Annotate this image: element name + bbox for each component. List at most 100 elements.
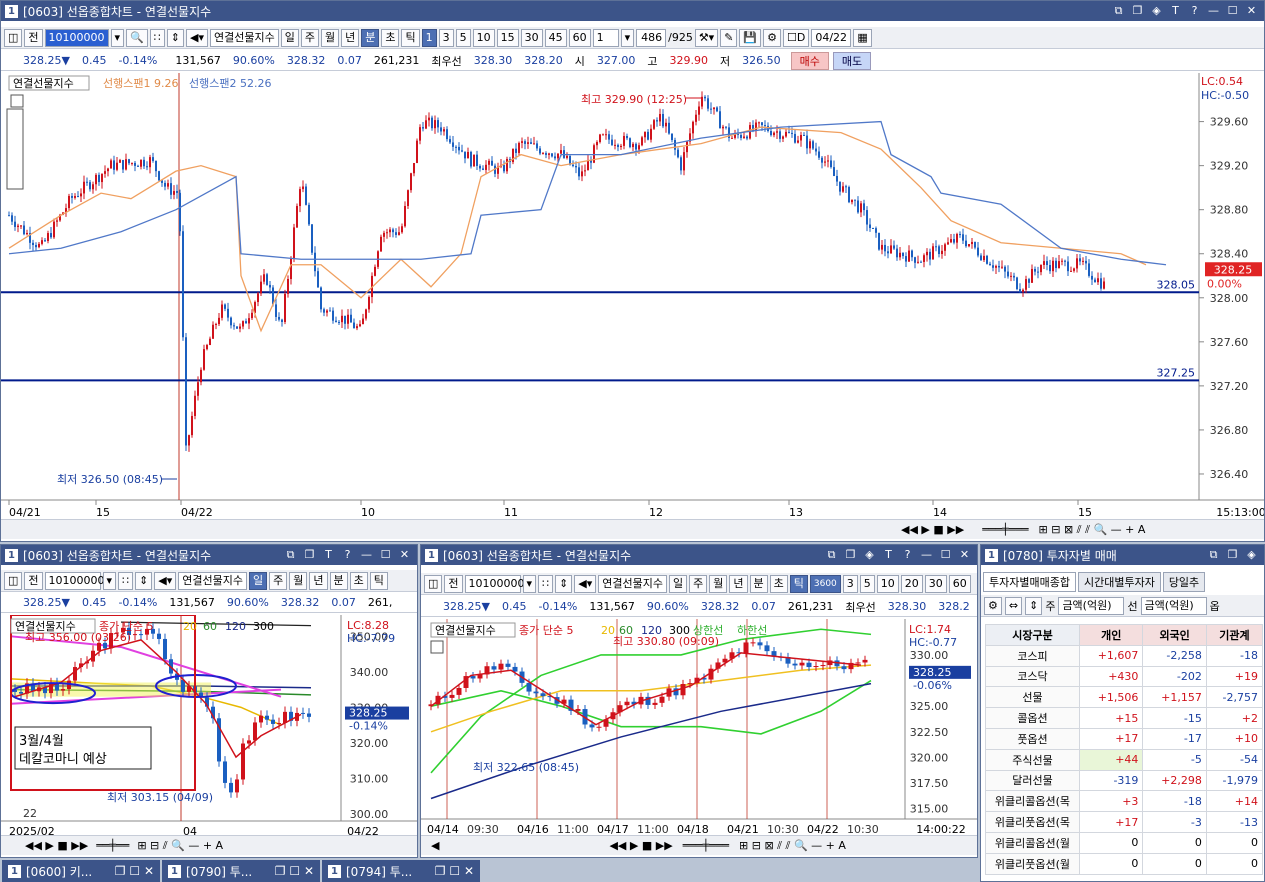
interval-30[interactable]: 30 bbox=[924, 574, 947, 593]
period-day[interactable]: 일 bbox=[280, 28, 299, 47]
maximize-icon[interactable]: ☐ bbox=[939, 548, 952, 562]
main-chart[interactable]: 329.60 329.20 328.80 328.40 328.00 327.60 327.… bbox=[1, 73, 1264, 521]
layout-icon[interactable]: ◫ bbox=[4, 571, 23, 590]
task-0794[interactable]: 1 [0794] 투... ❐ ☐ ✕ bbox=[322, 860, 480, 882]
help-icon[interactable]: ? bbox=[901, 548, 914, 562]
chart-tools-icon[interactable]: ⊞ ⊟ ⊠ ⫽ ⫽ 🔍 — + A bbox=[739, 839, 846, 853]
interval-30[interactable]: 30 bbox=[520, 28, 543, 47]
resize-h-icon[interactable]: ⇔ bbox=[1004, 596, 1023, 615]
task-0790[interactable]: 1 [0790] 투... ❐ ☐ ✕ bbox=[162, 860, 320, 882]
tools-icon[interactable]: ⚒▾ bbox=[694, 28, 719, 47]
table-row[interactable]: 풋옵션 +17 -17 +10 bbox=[985, 727, 1264, 750]
period-tick[interactable]: 틱 bbox=[401, 28, 420, 47]
zoom-slider[interactable]: ══╪══ bbox=[96, 839, 129, 852]
pin-icon[interactable]: ◈ bbox=[1150, 4, 1163, 18]
task-controls[interactable]: ❐ ☐ ✕ bbox=[275, 864, 314, 878]
scroll-controls[interactable]: ◀◀ ▶ ■ ▶▶ bbox=[609, 839, 672, 852]
task-controls[interactable]: ❐ ☐ ✕ bbox=[435, 864, 474, 878]
mid-titlebar[interactable]: 1 [0603] 선옵종합차트 - 연결선물지수 ⧉ ❐ ◈ T? — ☐ ✕ bbox=[421, 545, 977, 565]
task-0600[interactable]: 1 [0600] 키... ❐ ☐ ✕ bbox=[2, 860, 160, 882]
unit-dropdown-icon[interactable]: ▾ bbox=[620, 28, 635, 47]
compare-icon[interactable]: ∷ bbox=[118, 571, 134, 590]
table-row[interactable]: 달러선물 -319 +2,298 -1,979 bbox=[985, 769, 1264, 792]
minimize-icon[interactable]: — bbox=[920, 548, 933, 562]
updown-icon[interactable]: ⇕ bbox=[166, 28, 184, 47]
period-month[interactable]: 월 bbox=[289, 571, 308, 590]
interval-60[interactable]: 60 bbox=[568, 28, 591, 47]
dropdown-icon[interactable]: ▾ bbox=[102, 571, 117, 590]
draw-icon[interactable]: ✎ bbox=[720, 28, 738, 47]
jeon-button[interactable]: 전 bbox=[444, 574, 463, 593]
copy-icon[interactable]: ❐ bbox=[1131, 4, 1144, 18]
font-icon[interactable]: T bbox=[1169, 4, 1182, 18]
table-row[interactable]: 위클리풋옵션(목 +17 -3 -13 bbox=[985, 811, 1264, 833]
copy-icon[interactable]: ❐ bbox=[303, 548, 316, 562]
period-week[interactable]: 주 bbox=[300, 28, 319, 47]
help-icon[interactable]: ? bbox=[341, 548, 354, 562]
unit-select-futures[interactable]: 금액(억원) bbox=[1140, 596, 1207, 615]
updown-icon[interactable]: ⇕ bbox=[555, 574, 573, 593]
investor-titlebar[interactable]: 1 [0780] 투자자별 매매 ⧉ ❐ ◈ bbox=[981, 545, 1264, 565]
period-second[interactable]: 초 bbox=[349, 571, 368, 590]
period-year[interactable]: 년 bbox=[729, 574, 748, 593]
period-year[interactable]: 년 bbox=[341, 28, 360, 47]
updown-icon[interactable]: ⇕ bbox=[135, 571, 153, 590]
compare-icon[interactable]: ∷ bbox=[538, 574, 554, 593]
zoom-slider[interactable]: ═══╪═══ bbox=[683, 839, 729, 852]
chart-tools-icon[interactable]: ⊞ ⊟ ⫽ 🔍 — + A bbox=[137, 839, 223, 853]
layout-icon[interactable]: ◫ bbox=[4, 28, 23, 47]
period-minute[interactable]: 분 bbox=[329, 571, 348, 590]
copy-icon[interactable]: ❐ bbox=[844, 548, 857, 562]
save-icon[interactable]: 💾 bbox=[739, 28, 762, 47]
interval-60[interactable]: 60 bbox=[948, 574, 971, 593]
minimize-icon[interactable]: — bbox=[360, 548, 373, 562]
instrument-name[interactable]: 연결선물지수 bbox=[598, 574, 667, 593]
calendar-icon[interactable]: ▦ bbox=[853, 28, 872, 47]
period-month[interactable]: 월 bbox=[320, 28, 340, 47]
scroll-controls[interactable]: ◀◀ ▶ ■ ▶▶ bbox=[901, 523, 964, 536]
count-input[interactable]: 486 bbox=[636, 28, 667, 47]
link-icon[interactable]: ⧉ bbox=[1112, 4, 1125, 18]
code-input[interactable]: 10100000 bbox=[464, 574, 525, 593]
font-icon[interactable]: T bbox=[882, 548, 895, 562]
link-icon[interactable]: ⧉ bbox=[284, 548, 297, 562]
code-input[interactable]: 10100000 bbox=[44, 571, 105, 590]
period-week[interactable]: 주 bbox=[269, 571, 288, 590]
period-minute[interactable]: 분 bbox=[749, 574, 768, 593]
zoom-slider[interactable]: ═══╪═══ bbox=[982, 523, 1028, 536]
jeon-button[interactable]: 전 bbox=[24, 28, 43, 47]
period-tick[interactable]: 틱 bbox=[789, 574, 808, 593]
period-day[interactable]: 일 bbox=[249, 571, 268, 590]
interval-20[interactable]: 20 bbox=[900, 574, 923, 593]
maximize-icon[interactable]: ☐ bbox=[379, 548, 392, 562]
dropdown-icon[interactable]: ▾ bbox=[522, 574, 537, 593]
instrument-name[interactable]: 연결선물지수 bbox=[178, 571, 247, 590]
table-row[interactable]: 코스닥 +430 -202 +19 bbox=[985, 665, 1264, 688]
table-row[interactable]: 위클리풋옵션(월 0 0 0 bbox=[985, 852, 1264, 875]
left-chart[interactable]: 350.00340.00330.00320.00310.00300.002025… bbox=[1, 615, 417, 837]
maximize-icon[interactable]: ☐ bbox=[1226, 4, 1239, 18]
close-icon[interactable]: ✕ bbox=[1245, 4, 1258, 18]
scroll-controls[interactable]: ◀◀ ▶ ■ ▶▶ bbox=[25, 839, 88, 852]
code-input[interactable]: 10100000 bbox=[44, 28, 109, 47]
jeon-button[interactable]: 전 bbox=[24, 571, 43, 590]
tab-daily[interactable]: 당일추 bbox=[1162, 572, 1206, 592]
period-second[interactable]: 초 bbox=[769, 574, 788, 593]
period-second[interactable]: 초 bbox=[381, 28, 400, 47]
main-titlebar[interactable]: 1 [0603] 선옵종합차트 - 연결선물지수 ⧉ ❐ ◈ T ? — ☐ ✕ bbox=[1, 1, 1264, 21]
interval-5[interactable]: 5 bbox=[455, 28, 471, 47]
period-tick[interactable]: 틱 bbox=[369, 571, 388, 590]
table-row[interactable]: 위클리콜옵션(월 0 0 0 bbox=[985, 831, 1264, 854]
close-icon[interactable]: ✕ bbox=[398, 548, 411, 562]
unit-select-stock[interactable]: 금액(억원) bbox=[1058, 596, 1125, 615]
table-row[interactable]: 코스피 +1,607 -2,258 -18 bbox=[985, 644, 1264, 667]
interval-5[interactable]: 5 bbox=[859, 574, 875, 593]
left-titlebar[interactable]: 1 [0603] 선옵종합차트 - 연결선물지수 ⧉ ❐ T? — ☐ ✕ bbox=[1, 545, 417, 565]
interval-3[interactable]: 3 bbox=[438, 28, 454, 47]
interval-3600[interactable]: 3600 bbox=[809, 574, 841, 593]
sell-button[interactable]: 매도 bbox=[832, 51, 872, 70]
link-icon[interactable]: ⧉ bbox=[1207, 548, 1220, 562]
interval-10[interactable]: 10 bbox=[876, 574, 899, 593]
date-input[interactable]: 04/22 bbox=[811, 28, 852, 47]
layout-icon[interactable]: ◫ bbox=[424, 574, 443, 593]
